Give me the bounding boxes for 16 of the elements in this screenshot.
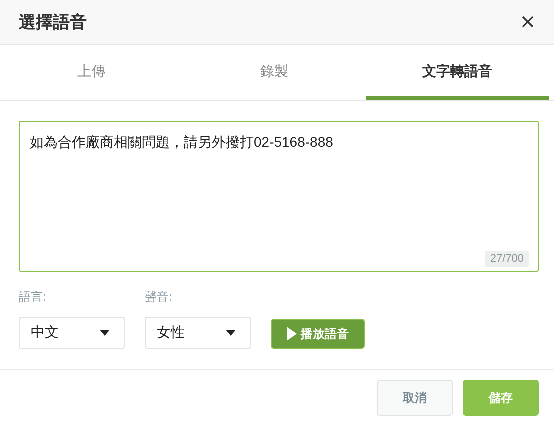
play-button[interactable]: 播放語音	[271, 319, 365, 349]
play-icon	[287, 327, 297, 341]
tab[interactable]: 錄製	[183, 45, 366, 100]
caret-icon	[100, 330, 110, 336]
save-button[interactable]: 儲存	[463, 380, 539, 416]
dropdown-select[interactable]: 中文	[19, 317, 125, 349]
cancel-button[interactable]: 取消	[377, 380, 453, 416]
caret-icon	[226, 330, 236, 336]
dialog-title: 選擇語音	[19, 12, 87, 34]
dropdown-select[interactable]: 女性	[145, 317, 251, 349]
field-label: 聲音:	[145, 289, 174, 303]
tab[interactable]: 文字轉語音	[366, 45, 549, 100]
tab[interactable]: 上傳	[0, 45, 183, 100]
character-counter: 27/700	[485, 251, 529, 267]
field-label: 語言:	[19, 289, 48, 303]
close-icon[interactable]	[520, 14, 536, 30]
